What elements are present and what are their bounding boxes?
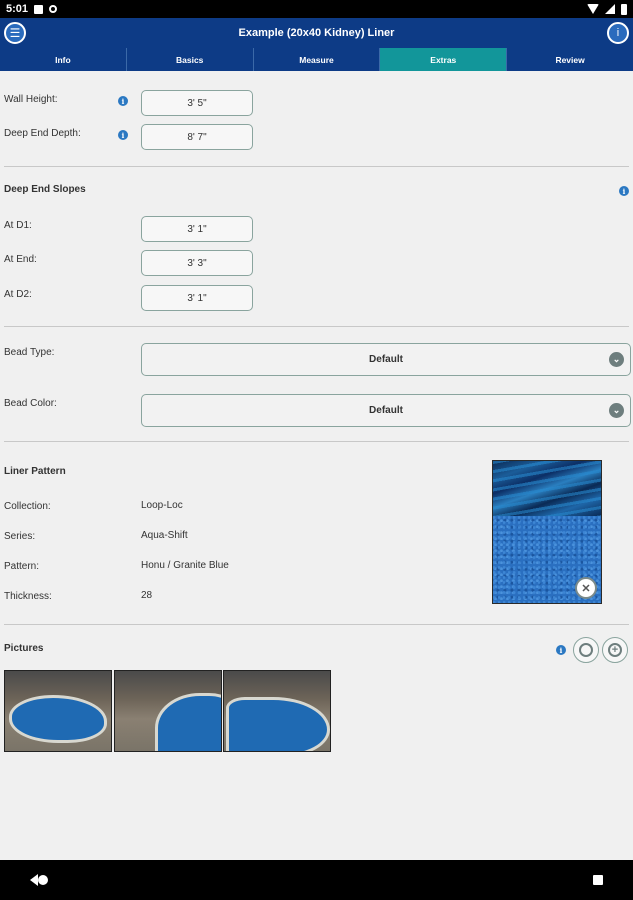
slope-end-field[interactable]: 3' 3" [141,250,253,276]
chevron-down-icon: ⌄ [609,403,624,418]
bead-type-value: Default [369,354,403,365]
series-label: Series: [4,531,36,542]
pattern-label: Pattern: [4,561,40,572]
remove-pattern-icon[interactable]: ✕ [575,577,597,599]
recent-apps-icon[interactable] [593,875,603,885]
info-icon[interactable]: i [607,22,629,44]
series-value: Aqua-Shift [141,530,188,541]
page-title: Example (20x40 Kidney) Liner [238,27,395,39]
pictures-title: Pictures [4,643,44,654]
tab-basics[interactable]: Basics [127,48,254,71]
pool-photo[interactable] [114,670,222,752]
slope-d1-label: At D1: [4,220,32,231]
swatch-border-pattern [493,461,601,516]
bead-type-select[interactable]: Default ⌄ [141,343,631,376]
wifi-icon [587,4,599,14]
collection-value: Loop-Loc [141,500,183,511]
deep-end-depth-label: Deep End Depth: [4,128,81,139]
slope-d2-label: At D2: [4,289,32,300]
pictures-info-icon[interactable]: i [556,645,566,655]
wall-height-field[interactable]: 3' 5" [141,90,253,116]
pattern-value: Honu / Granite Blue [141,560,229,571]
slopes-title: Deep End Slopes [4,184,86,195]
slope-d1-field[interactable]: 3' 1" [141,216,253,242]
plus-icon: + [608,643,622,657]
back-icon[interactable] [30,874,38,886]
deep-end-depth-info-icon[interactable]: i [118,130,128,140]
divider [4,441,629,442]
thickness-value: 28 [141,590,153,601]
chevron-down-icon: ⌄ [609,352,624,367]
battery-icon [621,3,627,15]
system-nav-bar [0,860,633,900]
tab-measure[interactable]: Measure [254,48,381,71]
bead-color-select[interactable]: Default ⌄ [141,394,631,427]
camera-button[interactable] [573,637,599,663]
signal-icon [605,4,615,14]
divider [4,624,629,625]
add-picture-button[interactable]: + [602,637,628,663]
tab-extras[interactable]: Extras [380,48,508,71]
home-icon[interactable] [38,875,48,885]
liner-pattern-swatch[interactable]: ✕ [492,460,602,604]
divider [4,166,629,167]
tab-review[interactable]: Review [507,48,633,71]
slope-end-label: At End: [4,254,37,265]
slopes-info-icon[interactable]: i [619,186,629,196]
liner-pattern-title: Liner Pattern [4,466,66,477]
status-bar: 5:01 [0,0,633,18]
notification-icon-2 [49,5,58,13]
status-time: 5:01 [6,3,29,15]
deep-end-depth-field[interactable]: 8' 7" [141,124,253,150]
wall-height-label: Wall Height: [4,94,58,105]
tab-bar: Info Basics Measure Extras Review [0,48,633,71]
pool-photo[interactable] [223,670,331,752]
notification-icon [34,4,44,14]
bead-type-label: Bead Type: [4,347,55,358]
pool-photo[interactable] [4,670,112,752]
bead-color-value: Default [369,405,403,416]
camera-icon [579,643,593,657]
bead-color-label: Bead Color: [4,398,57,409]
collection-label: Collection: [4,501,51,512]
wall-height-info-icon[interactable]: i [118,96,128,106]
divider [4,326,629,327]
thickness-label: Thickness: [4,591,52,602]
slope-d2-field[interactable]: 3' 1" [141,285,253,311]
tab-info[interactable]: Info [0,48,127,71]
menu-icon[interactable]: ☰ [4,22,26,44]
app-header: ☰ Example (20x40 Kidney) Liner i [0,18,633,48]
